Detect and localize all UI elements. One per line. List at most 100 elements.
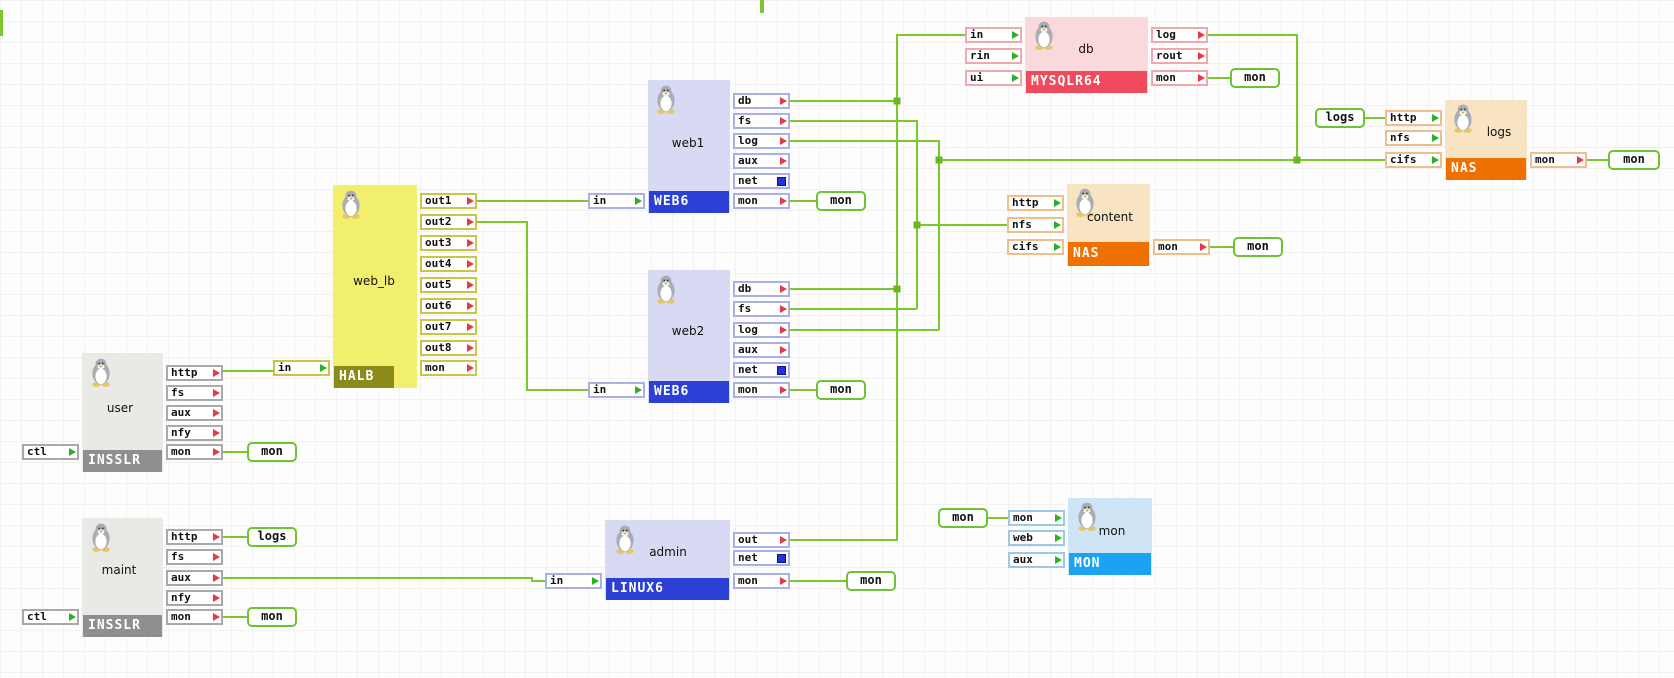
port-user-fs[interactable]: fs — [166, 385, 223, 401]
node-db[interactable]: db MYSQLR64 — [1025, 17, 1148, 93]
port-web2-mon[interactable]: mon — [733, 382, 790, 398]
port-web_lb-out6[interactable]: out6 — [420, 298, 477, 314]
port-maint-mon[interactable]: mon — [166, 609, 223, 625]
wire-maint-aux-to-admin-in[interactable] — [223, 577, 545, 582]
terminal-mon[interactable]: mon — [247, 442, 297, 462]
port-db-log[interactable]: log — [1151, 27, 1208, 43]
port-web1-net[interactable]: net — [733, 173, 790, 189]
node-content[interactable]: content NAS — [1067, 184, 1150, 266]
port-web2-fs[interactable]: fs — [733, 301, 790, 317]
terminal-mon[interactable]: mon — [816, 380, 866, 400]
port-db-in[interactable]: in — [965, 27, 1022, 43]
port-admin-in[interactable]: in — [545, 573, 602, 589]
port-maint-http[interactable]: http — [166, 529, 223, 545]
port-label: ctl — [27, 610, 47, 623]
tux-icon — [612, 524, 638, 559]
port-web1-aux[interactable]: aux — [733, 153, 790, 169]
port-web_lb-out8[interactable]: out8 — [420, 340, 477, 356]
node-title-mon: mon — [1098, 524, 1126, 538]
port-user-nfy[interactable]: nfy — [166, 425, 223, 441]
port-db-mon[interactable]: mon — [1151, 70, 1208, 86]
wire-weblb-out2-to-web2-in[interactable] — [477, 221, 588, 391]
port-web2-aux[interactable]: aux — [733, 342, 790, 358]
terminal-mon[interactable]: mon — [816, 191, 866, 211]
port-label: mon — [738, 194, 758, 207]
port-web1-in[interactable]: in — [588, 193, 645, 209]
port-web1-log[interactable]: log — [733, 133, 790, 149]
port-web2-net[interactable]: net — [733, 362, 790, 378]
node-mon[interactable]: mon MON — [1068, 498, 1152, 575]
port-web_lb-in[interactable]: in — [273, 360, 330, 376]
node-user[interactable]: user INSSLR — [82, 353, 163, 472]
port-web_lb-out3[interactable]: out3 — [420, 235, 477, 251]
port-web_lb-mon[interactable]: mon — [420, 360, 477, 376]
port-content-http[interactable]: http — [1007, 195, 1064, 211]
port-label: out2 — [425, 215, 452, 228]
port-web1-fs[interactable]: fs — [733, 113, 790, 129]
port-web_lb-out7[interactable]: out7 — [420, 319, 477, 335]
port-logs-nfs[interactable]: nfs — [1385, 130, 1442, 146]
node-maint[interactable]: maint INSSLR — [82, 518, 163, 637]
port-label: nfy — [171, 591, 191, 604]
port-content-nfs[interactable]: nfs — [1007, 217, 1064, 233]
port-web1-mon[interactable]: mon — [733, 193, 790, 209]
port-web2-db[interactable]: db — [733, 281, 790, 297]
port-content-mon[interactable]: mon — [1153, 239, 1210, 255]
red-arrow-right-icon — [213, 574, 220, 582]
node-title-web1: web1 — [671, 136, 705, 150]
port-admin-mon[interactable]: mon — [733, 573, 790, 589]
terminal-mon[interactable]: mon — [938, 508, 988, 528]
port-label: nfs — [1390, 131, 1410, 144]
red-arrow-right-icon — [213, 613, 220, 621]
terminal-mon[interactable]: mon — [846, 571, 896, 591]
diagram-canvas[interactable]: user INSSLR ctl http fs aux nfy mon maint INSSLR c… — [0, 0, 1674, 678]
port-web2-log[interactable]: log — [733, 322, 790, 338]
node-web_lb[interactable]: web_lb HALB — [333, 185, 417, 388]
port-web_lb-out1[interactable]: out1 — [420, 193, 477, 209]
junction-dot — [913, 221, 921, 229]
port-mon-mon[interactable]: mon — [1008, 510, 1065, 526]
node-logs[interactable]: logs NAS — [1445, 100, 1527, 180]
terminal-logs[interactable]: logs — [1315, 108, 1365, 128]
green-arrow-right-icon — [1432, 156, 1439, 164]
port-logs-http[interactable]: http — [1385, 110, 1442, 126]
port-db-rin[interactable]: rin — [965, 48, 1022, 64]
port-user-aux[interactable]: aux — [166, 405, 223, 421]
node-title-content: content — [1087, 210, 1133, 224]
red-arrow-right-icon — [467, 323, 474, 331]
port-admin-out[interactable]: out — [733, 532, 790, 548]
port-content-cifs[interactable]: cifs — [1007, 239, 1064, 255]
port-db-ui[interactable]: ui — [965, 70, 1022, 86]
port-user-http[interactable]: http — [166, 365, 223, 381]
node-web1[interactable]: web1 WEB6 — [648, 80, 730, 213]
port-logs-mon[interactable]: mon — [1530, 152, 1587, 168]
port-db-rout[interactable]: rout — [1151, 48, 1208, 64]
terminal-mon[interactable]: mon — [1230, 68, 1280, 88]
port-web_lb-out2[interactable]: out2 — [420, 214, 477, 230]
port-maint-aux[interactable]: aux — [166, 570, 223, 586]
terminal-mon[interactable]: mon — [1608, 150, 1660, 170]
port-web1-db[interactable]: db — [733, 93, 790, 109]
port-logs-cifs[interactable]: cifs — [1385, 152, 1442, 168]
terminal-mon[interactable]: mon — [247, 607, 297, 627]
node-web2[interactable]: web2 WEB6 — [648, 270, 730, 403]
port-admin-net[interactable]: net — [733, 550, 790, 566]
port-label: out1 — [425, 194, 452, 207]
port-user-mon[interactable]: mon — [166, 444, 223, 460]
port-mon-aux[interactable]: aux — [1008, 552, 1065, 568]
terminal-logs[interactable]: logs — [247, 527, 297, 547]
wire-db-log-to-log-bus[interactable] — [1208, 34, 1298, 160]
port-label: db — [738, 282, 752, 295]
red-arrow-right-icon — [780, 157, 787, 165]
port-maint-fs[interactable]: fs — [166, 549, 223, 565]
port-web_lb-out5[interactable]: out5 — [420, 277, 477, 293]
port-user-ctl[interactable]: ctl — [22, 444, 79, 460]
port-maint-nfy[interactable]: nfy — [166, 590, 223, 606]
node-admin[interactable]: admin LINUX6 — [605, 520, 730, 600]
port-web2-in[interactable]: in — [588, 382, 645, 398]
port-label: ui — [970, 71, 984, 84]
terminal-mon[interactable]: mon — [1233, 237, 1283, 257]
port-maint-ctl[interactable]: ctl — [22, 609, 79, 625]
port-mon-web[interactable]: web — [1008, 530, 1065, 546]
port-web_lb-out4[interactable]: out4 — [420, 256, 477, 272]
